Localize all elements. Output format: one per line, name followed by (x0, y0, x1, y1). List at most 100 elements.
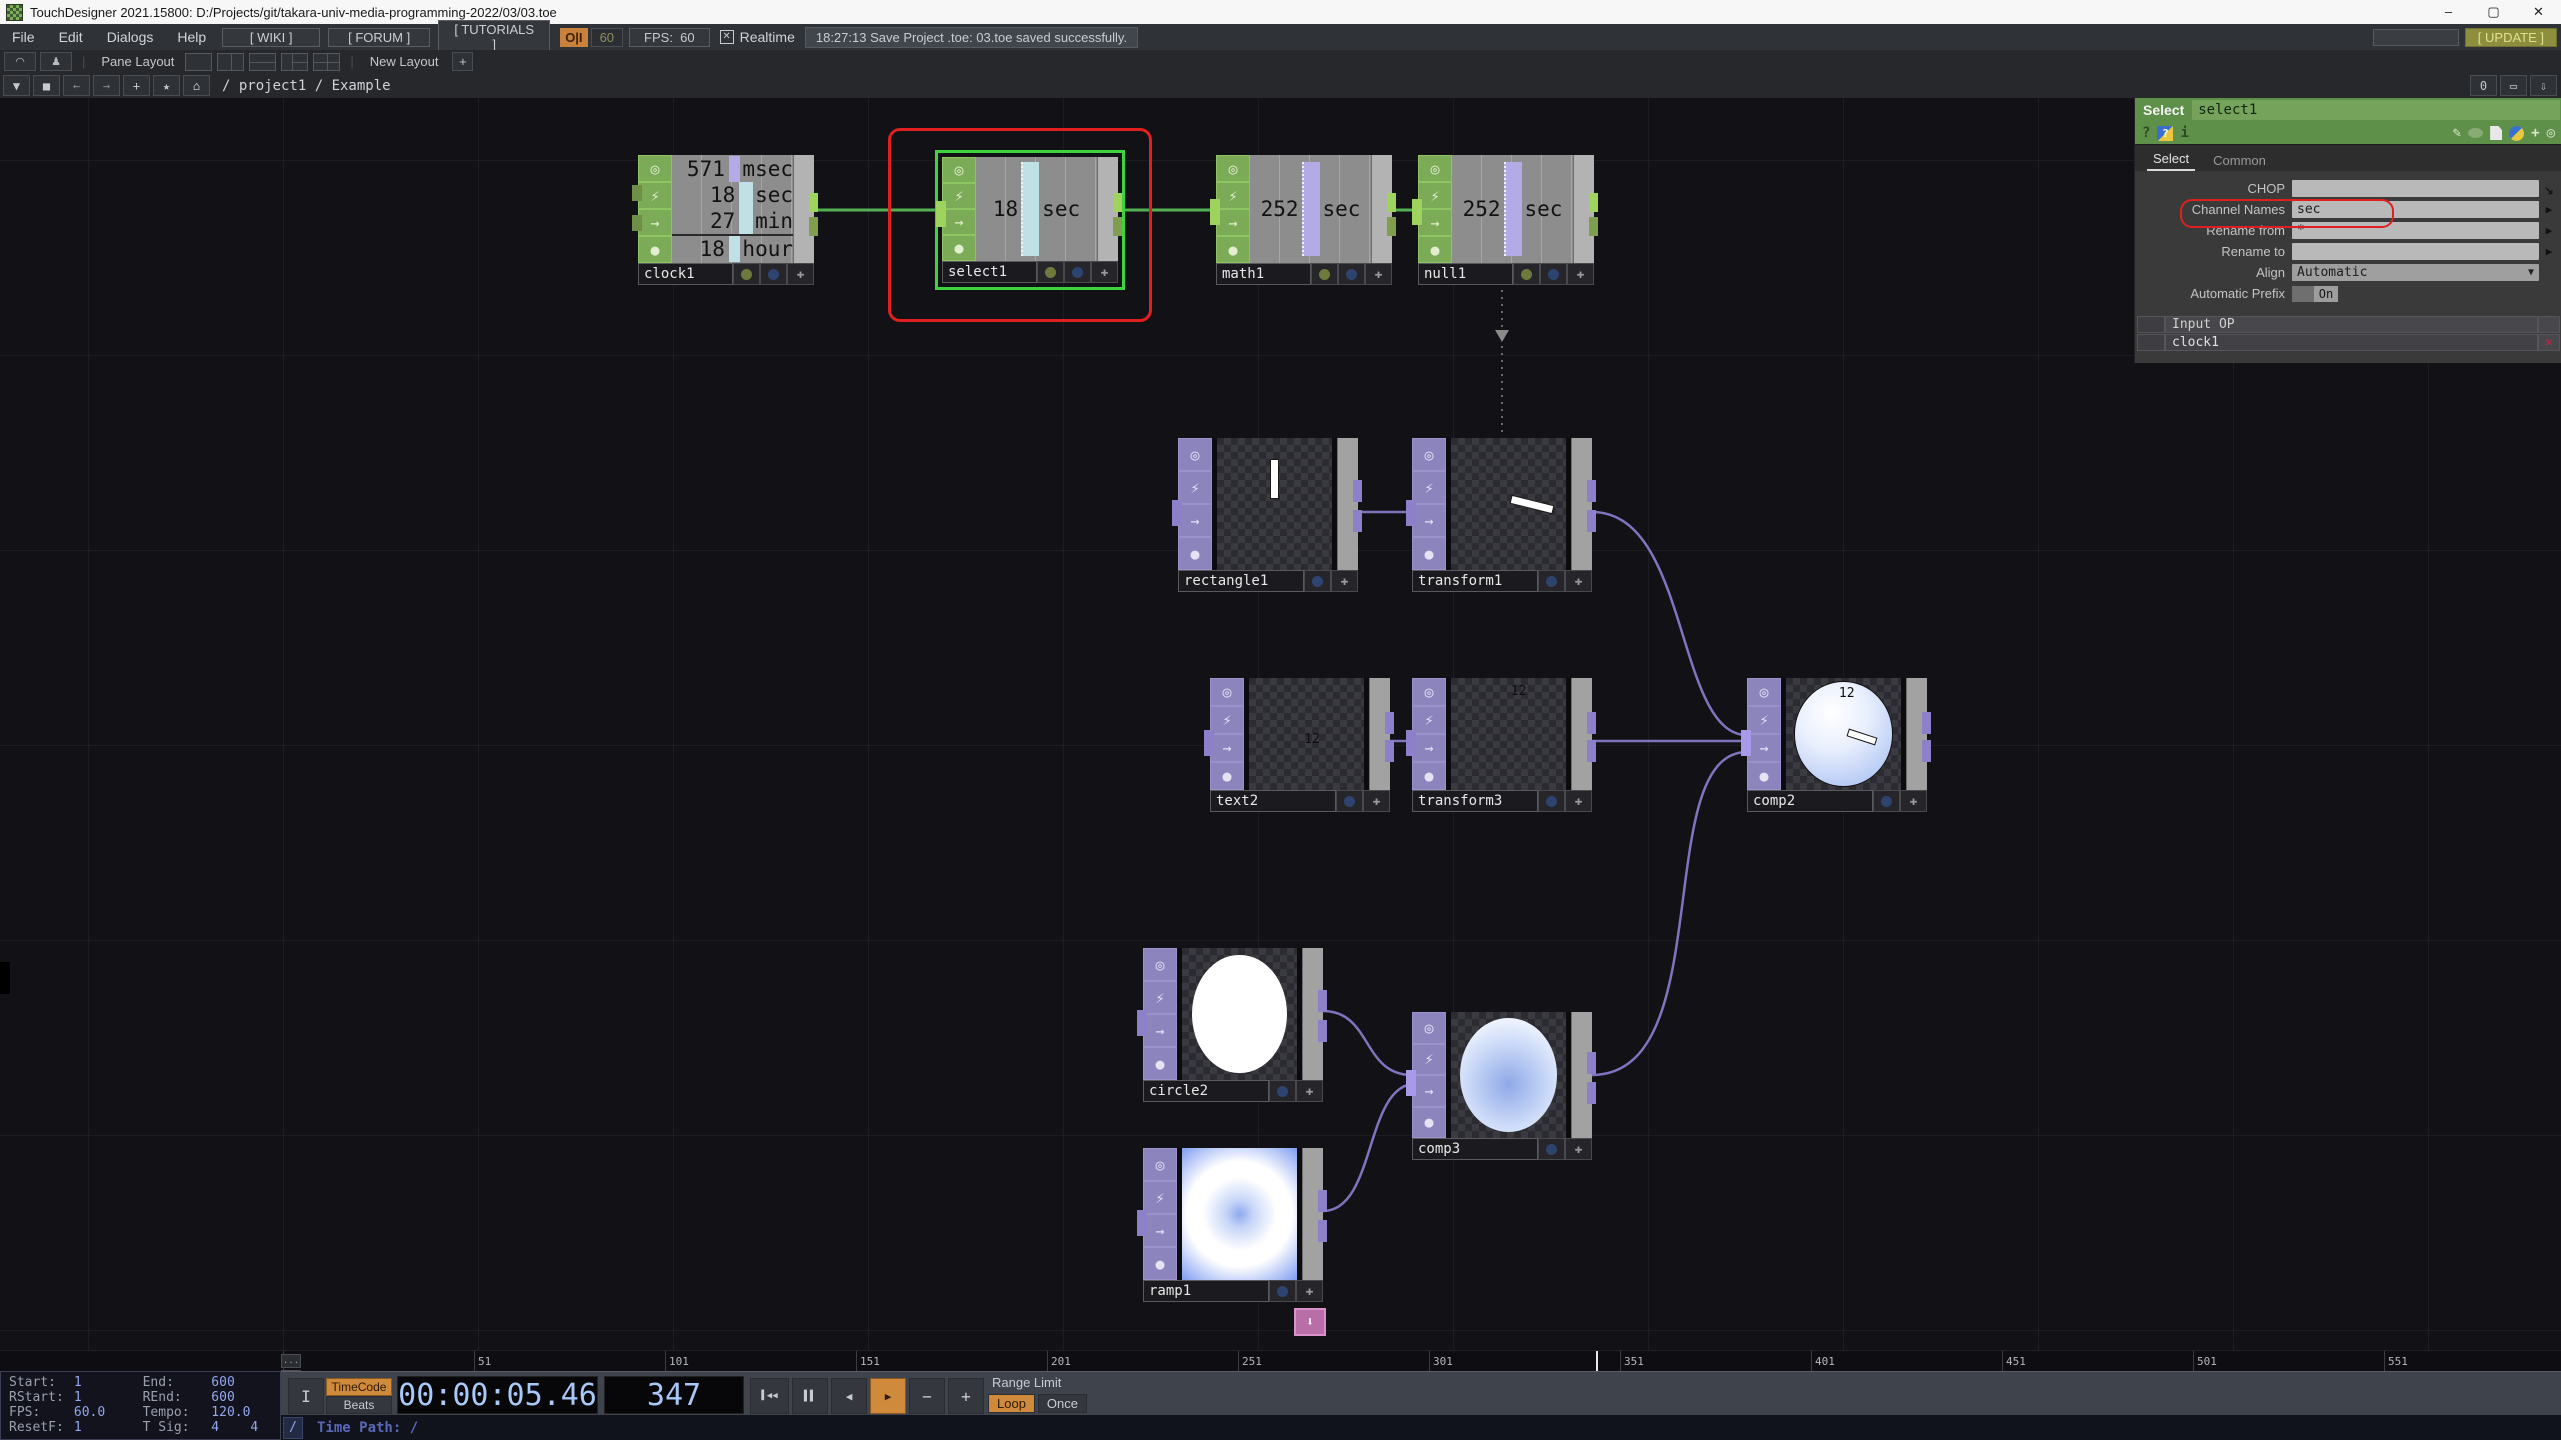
python-mode-icon[interactable] (2509, 126, 2524, 141)
clone-toggle-button[interactable] (1064, 261, 1091, 283)
node-viewer[interactable]: 12 (1781, 678, 1906, 790)
timeline-ruler[interactable]: 151101151201251301351401451501551 (0, 1350, 2561, 1372)
node-viewer[interactable]: 252sec (1452, 155, 1573, 263)
node-viewer[interactable]: 12 (1446, 678, 1571, 790)
step-back-button[interactable]: − (909, 1378, 945, 1414)
cook-flag-icon[interactable]: ⚡ (1143, 1181, 1177, 1214)
node-viewer[interactable]: 12 (1244, 678, 1369, 790)
node-add-button[interactable]: ✚ (1331, 570, 1358, 592)
expand-all-icon[interactable]: + (2531, 125, 2539, 141)
clone-toggle-button[interactable] (1538, 570, 1565, 592)
help-icon[interactable]: ? (2142, 125, 2150, 141)
node-viewer[interactable] (1177, 948, 1302, 1080)
viewer-toggle-button[interactable] (733, 263, 760, 285)
node-transform3[interactable]: ◎⚡→● 12 transform3 ✚ (1412, 678, 1592, 812)
viewer-flag-icon[interactable]: ◎ (1143, 948, 1177, 981)
bypass-flag-icon[interactable]: ● (1143, 1247, 1177, 1280)
tsig-value[interactable]: 4 4 (211, 1420, 280, 1435)
clone-toggle-button[interactable] (1336, 790, 1363, 812)
clone-toggle-button[interactable] (1873, 790, 1900, 812)
export-flag-icon[interactable]: → (1143, 1014, 1177, 1047)
loop-button[interactable]: Loop (988, 1394, 1035, 1413)
output-connector[interactable] (1589, 217, 1598, 236)
back-icon[interactable]: ← (63, 75, 90, 96)
automatic-prefix-toggle[interactable]: On (2292, 286, 2338, 302)
node-name[interactable]: rectangle1 (1178, 570, 1304, 592)
input-connector[interactable] (1137, 1010, 1147, 1036)
bypass-flag-icon[interactable]: ● (1418, 236, 1452, 263)
bypass-flag-icon[interactable]: ● (1216, 236, 1250, 263)
clone-toggle-button[interactable] (1538, 790, 1565, 812)
viewer-flag-icon[interactable]: ◎ (1412, 438, 1446, 471)
stop-icon[interactable]: ■ (33, 75, 60, 96)
channel-names-field[interactable]: sec (2292, 201, 2539, 218)
clone-toggle-button[interactable] (1338, 263, 1365, 285)
node-add-button[interactable]: ✚ (1565, 790, 1592, 812)
node-name[interactable]: circle2 (1143, 1080, 1269, 1102)
export-flag-icon[interactable]: → (1412, 504, 1446, 537)
cook-flag-icon[interactable]: ⚡ (1412, 471, 1446, 504)
output-connector[interactable] (1113, 193, 1122, 212)
output-connector[interactable] (1385, 740, 1394, 762)
node-name[interactable]: comp2 (1747, 790, 1873, 812)
expand-arrow-icon[interactable]: ▶ (2539, 245, 2559, 258)
export-arrow-button[interactable]: ⬇ (1294, 1308, 1326, 1336)
input-connector[interactable] (1741, 730, 1751, 756)
output-connector[interactable] (1587, 510, 1596, 532)
copy-parameters-icon[interactable] (2490, 126, 2502, 140)
once-button[interactable]: Once (1038, 1394, 1087, 1413)
python-help-icon[interactable]: ? (2157, 126, 2173, 141)
bypass-flag-icon[interactable]: ● (1412, 762, 1446, 790)
node-transform1[interactable]: ◎⚡→● transform1 ✚ (1412, 438, 1592, 592)
input-connector[interactable] (1204, 730, 1214, 756)
pane-view-icon[interactable]: ◠ (4, 52, 36, 71)
node-add-button[interactable]: ✚ (1565, 570, 1592, 592)
realtime-checkbox[interactable]: ✕ (720, 30, 734, 44)
bypass-flag-icon[interactable]: ● (1412, 537, 1446, 570)
expand-arrow-icon[interactable]: ▶ (2539, 203, 2559, 216)
menu-file[interactable]: File (12, 29, 35, 45)
viewer-flag-icon[interactable]: ◎ (1178, 438, 1212, 471)
cook-flag-icon[interactable]: ⚡ (942, 183, 976, 209)
clone-toggle-button[interactable] (760, 263, 787, 285)
maximize-pane-icon[interactable]: ▭ (2500, 75, 2527, 96)
layout-preset-vsplit[interactable] (217, 53, 244, 71)
node-circle2[interactable]: ◎⚡→● circle2 ✚ (1143, 948, 1323, 1102)
input-connector[interactable] (1412, 199, 1422, 225)
export-flag-icon[interactable]: → (1412, 1075, 1446, 1107)
input-connector[interactable] (936, 201, 946, 227)
output-connector[interactable] (1318, 990, 1327, 1012)
input-op-value[interactable]: clock1 (2165, 334, 2538, 351)
pause-button[interactable]: ▌▌ (792, 1378, 828, 1414)
bookmark-star-icon[interactable]: ★ (153, 75, 180, 96)
timecode-mode-button[interactable]: TimeCode (326, 1378, 392, 1396)
menu-dialogs[interactable]: Dialogs (107, 29, 154, 45)
clone-toggle-button[interactable] (1269, 1280, 1296, 1302)
tempo-value[interactable]: 120.0 (211, 1405, 280, 1420)
output-connector[interactable] (1318, 1020, 1327, 1042)
maximize-button[interactable]: ▢ (2471, 4, 2516, 20)
insert-button[interactable]: I (288, 1378, 324, 1414)
breadcrumb[interactable]: / project1 / Example (222, 78, 391, 94)
output-connector[interactable] (1922, 712, 1931, 734)
node-name[interactable]: clock1 (638, 263, 733, 285)
node-add-button[interactable]: ✚ (1296, 1080, 1323, 1102)
node-viewer[interactable] (1446, 1012, 1571, 1138)
layout-preset-three[interactable] (281, 53, 308, 71)
viewer-flag-icon[interactable]: ◎ (1210, 678, 1244, 706)
export-flag-icon[interactable]: → (1418, 209, 1452, 236)
output-connector[interactable] (1587, 480, 1596, 502)
node-ramp1[interactable]: ◎⚡→● ramp1 ✚ (1143, 1148, 1323, 1302)
input-connector[interactable] (1210, 199, 1220, 225)
bypass-flag-icon[interactable]: ● (1143, 1047, 1177, 1080)
viewer-toggle-button[interactable] (1311, 263, 1338, 285)
oi-toggle[interactable]: O|I (560, 28, 587, 47)
output-connector[interactable] (1922, 740, 1931, 762)
rename-from-field[interactable]: * (2292, 222, 2539, 239)
jump-to-start-button[interactable]: ▌◀◀ (750, 1378, 789, 1414)
cook-flag-icon[interactable]: ⚡ (1412, 1044, 1446, 1076)
input-connector[interactable] (1406, 500, 1416, 526)
node-add-button[interactable]: ✚ (1091, 261, 1118, 283)
clone-toggle-button[interactable] (1540, 263, 1567, 285)
viewer-flag-icon[interactable]: ◎ (1143, 1148, 1177, 1181)
